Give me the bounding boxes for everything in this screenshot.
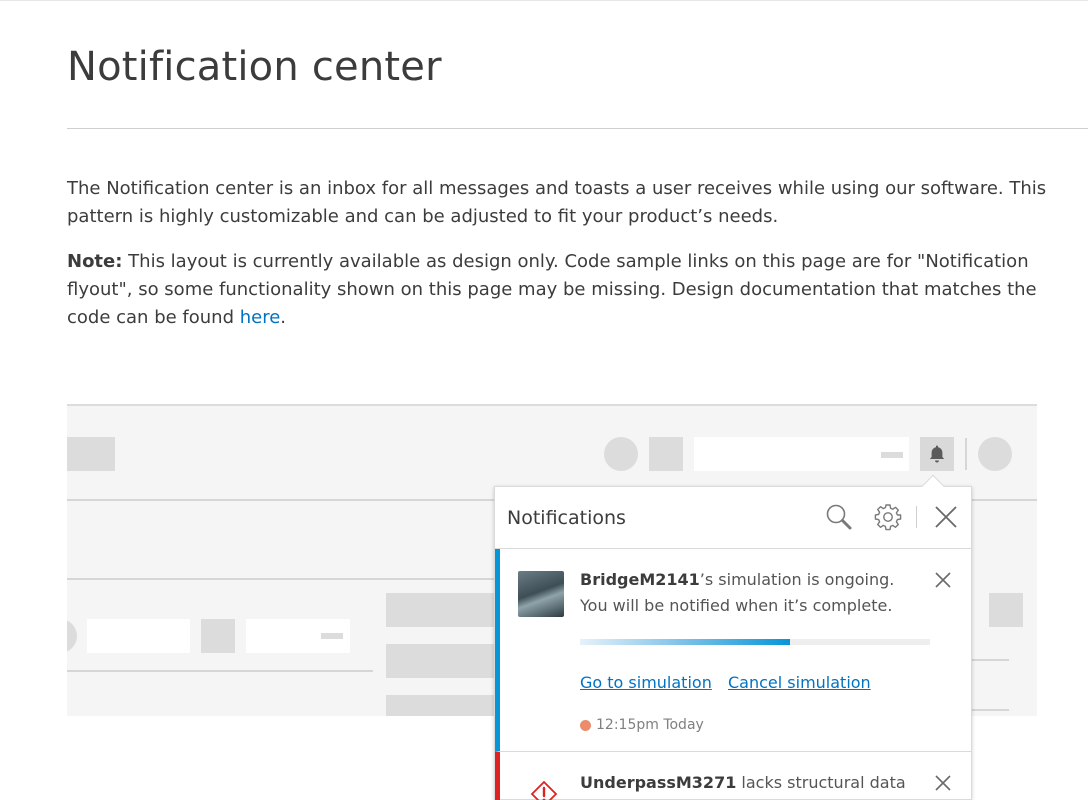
notification-item: BridgeM2141’s simulation is ongoing. You… [495, 549, 971, 752]
note-text: This layout is currently available as de… [67, 251, 1037, 328]
gear-icon [874, 504, 902, 531]
top-border [0, 0, 1088, 1]
here-link[interactable]: here [240, 307, 281, 328]
close-icon [935, 775, 951, 791]
timestamp-text: 12:15pm Today [596, 717, 704, 733]
simulation-progress-bar [580, 639, 930, 645]
settings-button[interactable] [872, 501, 904, 533]
bell-icon [929, 445, 945, 463]
notification-subject: BridgeM2141 [580, 570, 700, 589]
placeholder-logo [67, 437, 115, 471]
placeholder-list-item-3 [386, 695, 506, 716]
placeholder-field [87, 619, 190, 653]
notification-message-2: UnderpassM3271 lacks structural data [580, 770, 920, 796]
notification-bell-button [920, 437, 954, 471]
bridge-thumbnail [518, 571, 564, 617]
placeholder-avatar-circle [604, 437, 638, 471]
search-icon [826, 504, 852, 530]
flyout-header: Notifications [495, 487, 971, 549]
cancel-simulation-link[interactable]: Cancel simulation [728, 673, 871, 692]
go-to-simulation-link[interactable]: Go to simulation [580, 673, 712, 692]
placeholder-right-rule [972, 659, 1009, 661]
notification-timestamp: 12:15pm Today [580, 717, 704, 733]
close-icon [935, 506, 957, 528]
progress-fill [580, 639, 790, 645]
note-paragraph: Note: This layout is currently available… [67, 248, 1057, 332]
placeholder-search-dash [881, 452, 903, 458]
flyout-close-button[interactable] [930, 501, 962, 533]
placeholder-right-rule-2 [972, 709, 1009, 711]
placeholder-search-box [694, 437, 909, 471]
placeholder-row-circle [67, 619, 77, 653]
flyout-title: Notifications [507, 507, 626, 529]
notification-dismiss-button[interactable] [932, 569, 954, 591]
placeholder-row-square [201, 619, 235, 653]
placeholder-field-2 [246, 619, 350, 653]
placeholder-list-rule [67, 670, 373, 672]
close-icon [935, 572, 951, 588]
notification-body-2: lacks structural data [736, 773, 906, 792]
placeholder-toolbar-rule [67, 578, 497, 580]
placeholder-right-square [989, 593, 1023, 627]
placeholder-square [649, 437, 683, 471]
placeholder-field-dash [321, 633, 343, 639]
notification-subject-2: UnderpassM3271 [580, 773, 737, 792]
notification-flyout: Notifications BridgeM2141’s simulation i… [494, 486, 972, 800]
warning-icon [530, 780, 558, 800]
page-title: Notification center [67, 44, 442, 90]
title-divider [67, 128, 1088, 129]
placeholder-profile-circle [978, 437, 1012, 471]
placeholder-list-item-2 [386, 644, 506, 678]
note-label: Note: [67, 251, 123, 272]
notification-dismiss-button-2[interactable] [932, 772, 954, 794]
header-icon-separator [916, 506, 917, 528]
notification-item-warning: UnderpassM3271 lacks structural data [495, 752, 971, 800]
search-button[interactable] [823, 501, 855, 533]
placeholder-list-item-1 [386, 593, 506, 627]
intro-paragraph: The Notification center is an inbox for … [67, 178, 1047, 227]
note-end: . [280, 307, 287, 328]
unread-status-dot [580, 719, 591, 731]
notification-message: BridgeM2141’s simulation is ongoing. You… [580, 567, 920, 619]
header-separator [965, 438, 967, 470]
